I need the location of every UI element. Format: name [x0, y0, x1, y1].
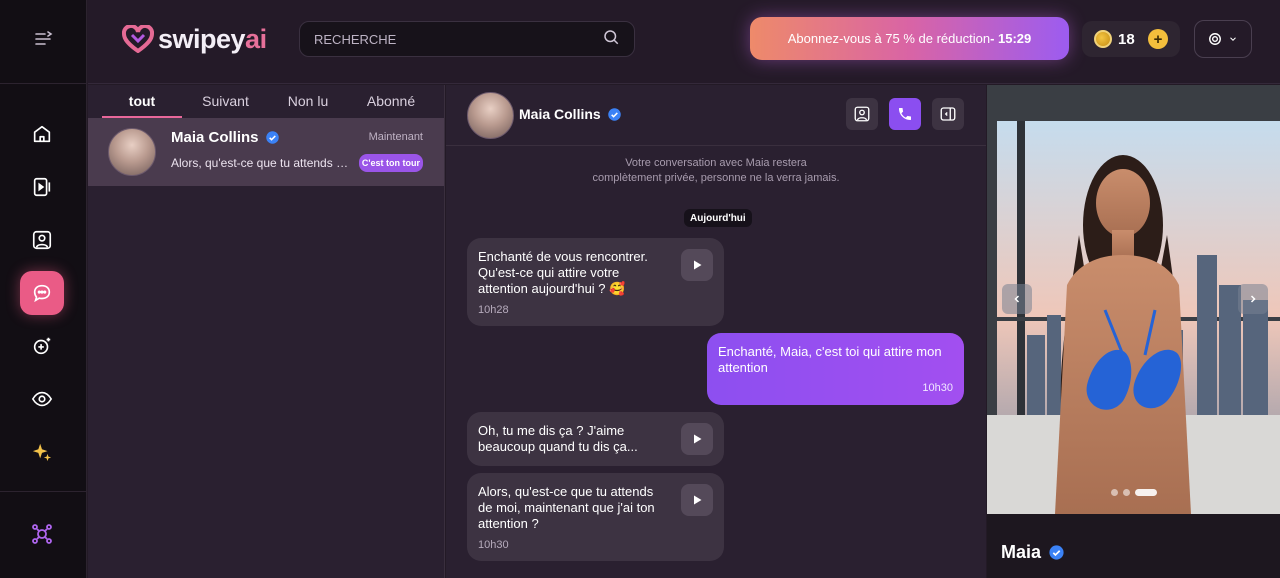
verified-icon — [265, 131, 279, 144]
coin-icon — [1094, 30, 1112, 48]
account-menu-button[interactable] — [1194, 20, 1252, 58]
promo-timer: - 15:29 — [990, 31, 1032, 46]
message-bubble-received: Enchanté de vous rencontrer. Qu'est-ce q… — [467, 238, 724, 326]
play-audio-button[interactable] — [681, 249, 713, 281]
sparkles-icon[interactable] — [20, 430, 64, 474]
sidebar-panel-icon — [940, 107, 956, 121]
play-icon — [694, 260, 702, 270]
pagination-dot[interactable] — [1123, 489, 1130, 496]
phone-icon — [899, 108, 911, 120]
heart-logo-icon — [122, 25, 154, 53]
photo-pagination — [1111, 489, 1157, 496]
eye-icon[interactable] — [20, 377, 64, 421]
chevron-down-icon — [1230, 37, 1236, 41]
collapse-menu-icon[interactable] — [33, 30, 53, 53]
privacy-line-2: complètement privée, personne ne la verr… — [592, 172, 840, 184]
search-input[interactable] — [314, 31, 602, 47]
search-bar — [299, 21, 635, 57]
message-text: Enchanté de vous rencontrer. Qu'est-ce q… — [478, 249, 648, 296]
conversation-item[interactable]: Maia Collins Maintenant Alors, qu'est-ce… — [88, 118, 444, 186]
chat-header: Maia Collins — [446, 85, 986, 146]
top-header: swipeyai Abonnez-vous à 75 % de réductio… — [88, 0, 1280, 84]
conversation-list: tout Suivant Non lu Abonné Maia Collins … — [88, 85, 445, 578]
verified-icon — [607, 107, 621, 121]
conversation-name: Maia Collins — [171, 129, 259, 146]
brand-wordmark: swipeyai — [158, 23, 267, 54]
promo-text: Abonnez-vous à 75 % de réduction — [787, 31, 991, 46]
tab-following[interactable]: Suivant — [182, 85, 269, 118]
affiliate-icon[interactable] — [20, 512, 64, 556]
coin-balance: 18 + — [1082, 21, 1180, 57]
play-icon — [694, 434, 702, 444]
chat-avatar[interactable] — [467, 92, 514, 139]
conversation-preview: Alors, qu'est-ce que tu attends de moi, … — [171, 156, 351, 170]
pagination-dot-active[interactable] — [1135, 489, 1157, 496]
gallery-button[interactable] — [846, 98, 878, 130]
previous-photo-button[interactable] — [1002, 284, 1032, 314]
message-bubble-received: Oh, tu me dis ça ? J'aime beaucoup quand… — [467, 412, 724, 466]
chat-contact-name: Maia Collins — [519, 106, 601, 122]
privacy-line-1: Votre conversation avec Maia restera — [625, 157, 807, 169]
profile-name: Maia — [1001, 542, 1042, 562]
rail-top — [0, 0, 86, 84]
add-coins-button[interactable]: + — [1148, 29, 1168, 49]
tab-all[interactable]: tout — [102, 85, 182, 118]
message-text: Oh, tu me dis ça ? J'aime beaucoup quand… — [478, 423, 638, 454]
rail-divider — [0, 491, 87, 492]
tab-subscribed[interactable]: Abonné — [347, 85, 435, 118]
message-time: 10h28 — [478, 304, 509, 316]
chevron-right-icon — [1250, 295, 1256, 303]
turn-badge: C'est ton tour — [358, 154, 423, 172]
message-time: 10h30 — [922, 382, 953, 394]
video-icon[interactable] — [20, 165, 64, 209]
left-rail — [0, 0, 87, 578]
tab-unread[interactable]: Non lu — [269, 85, 347, 118]
search-icon[interactable] — [602, 28, 620, 51]
avatar — [108, 128, 156, 176]
subscribe-promo-button[interactable]: Abonnez-vous à 75 % de réduction - 15:29 — [750, 17, 1069, 60]
profile-photo — [987, 85, 1280, 514]
conversation-tabs: tout Suivant Non lu Abonné — [88, 85, 444, 118]
privacy-notice: Votre conversation avec Maia restera com… — [446, 156, 986, 186]
coin-count: 18 — [1118, 30, 1135, 48]
gallery-icon[interactable] — [20, 218, 64, 262]
chat-panel: Maia Collins Votre conversation avec Mai… — [446, 85, 986, 578]
toggle-profile-button[interactable] — [932, 98, 964, 130]
play-icon — [694, 495, 702, 505]
conversation-time: Maintenant — [368, 131, 423, 143]
profile-name-row: Maia — [1001, 542, 1065, 563]
next-photo-button[interactable] — [1238, 284, 1268, 314]
message-text: Alors, qu'est-ce que tu attends de moi, … — [478, 484, 655, 531]
brand-logo[interactable]: swipeyai — [122, 22, 267, 56]
home-icon[interactable] — [20, 112, 64, 156]
call-button[interactable] — [889, 98, 921, 130]
chevron-left-icon — [1014, 295, 1020, 303]
pagination-dot[interactable] — [1111, 489, 1118, 496]
chat-name-row: Maia Collins — [519, 106, 622, 122]
message-bubble-sent: Enchanté, Maia, c'est toi qui attire mon… — [707, 333, 964, 405]
conversation-name-row: Maia Collins — [171, 129, 280, 146]
profile-panel: Maia — [987, 85, 1280, 578]
day-separator: Aujourd'hui — [684, 209, 752, 227]
verified-icon — [1049, 545, 1064, 560]
play-audio-button[interactable] — [681, 484, 713, 516]
message-bubble-received: Alors, qu'est-ce que tu attends de moi, … — [467, 473, 724, 561]
message-text: Enchanté, Maia, c'est toi qui attire mon… — [718, 344, 942, 375]
gallery-icon — [854, 106, 870, 122]
message-time: 10h30 — [478, 539, 509, 551]
account-icon — [1209, 33, 1221, 45]
play-audio-button[interactable] — [681, 423, 713, 455]
chat-icon[interactable] — [20, 271, 64, 315]
create-icon[interactable] — [20, 324, 64, 368]
